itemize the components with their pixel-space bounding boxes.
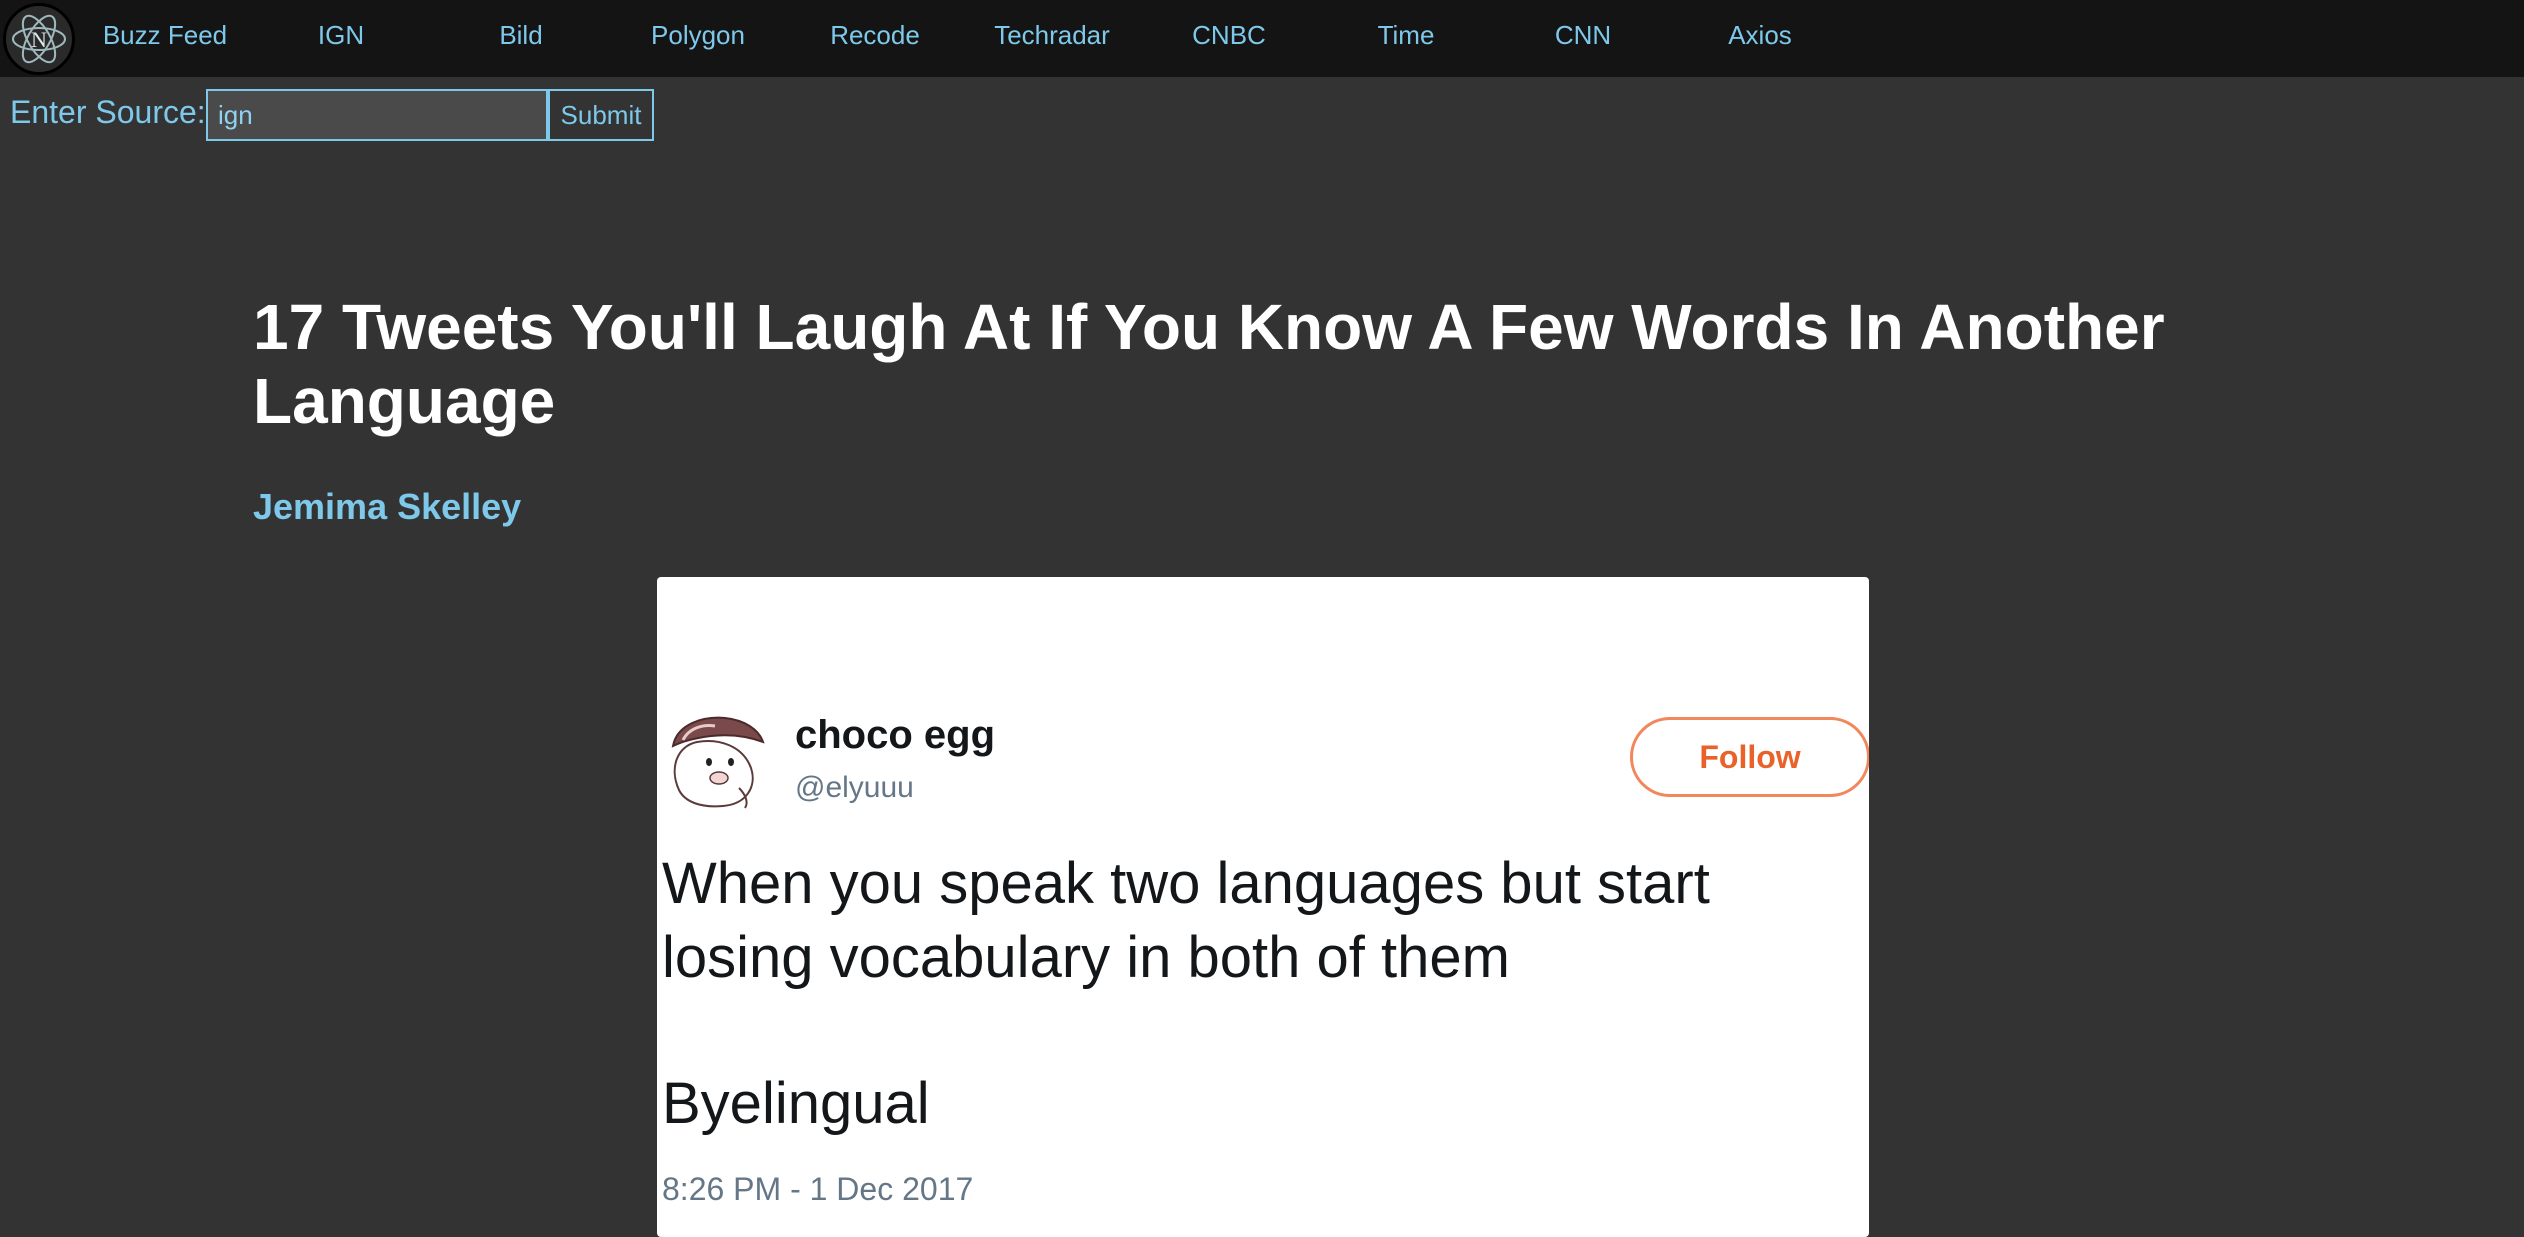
tweet-punchline: Byelingual — [662, 1071, 930, 1136]
tweet-image: choco egg @elyuuu Follow When you speak … — [657, 577, 1869, 1237]
nav-link-bild[interactable]: Bild — [433, 0, 609, 71]
logo-icon[interactable]: N — [3, 3, 75, 75]
tweet-author-name: choco egg — [795, 713, 996, 757]
tweet-timestamp: 8:26 PM - 1 Dec 2017 — [662, 1171, 974, 1207]
submit-button[interactable]: Submit — [548, 89, 654, 141]
article-author[interactable]: Jemima Skelley — [253, 482, 521, 532]
nav-link-ign[interactable]: IGN — [253, 0, 429, 71]
nav-link-techradar[interactable]: Techradar — [964, 0, 1140, 71]
nav-link-polygon[interactable]: Polygon — [610, 0, 786, 71]
nav-link-buzzfeed[interactable]: Buzz Feed — [77, 0, 253, 71]
nav-link-time[interactable]: Time — [1318, 0, 1494, 71]
nav-link-cnn[interactable]: CNN — [1495, 0, 1671, 71]
tweet-text: When you speak two languages but start l… — [662, 851, 1710, 990]
source-input[interactable] — [206, 89, 548, 141]
top-nav-bar: N Buzz Feed IGN Bild Polygon Recode Tech… — [0, 0, 2524, 77]
tweet-avatar — [659, 702, 771, 814]
svg-text:N: N — [31, 27, 47, 52]
article-title: 17 Tweets You'll Laugh At If You Know A … — [253, 291, 2165, 437]
source-label: Enter Source: — [10, 94, 206, 130]
nav-link-cnbc[interactable]: CNBC — [1141, 0, 1317, 71]
nav-link-axios[interactable]: Axios — [1672, 0, 1848, 71]
nav-link-recode[interactable]: Recode — [787, 0, 963, 71]
tweet-author-handle: @elyuuu — [795, 771, 914, 804]
follow-button: Follow — [1630, 717, 1869, 797]
